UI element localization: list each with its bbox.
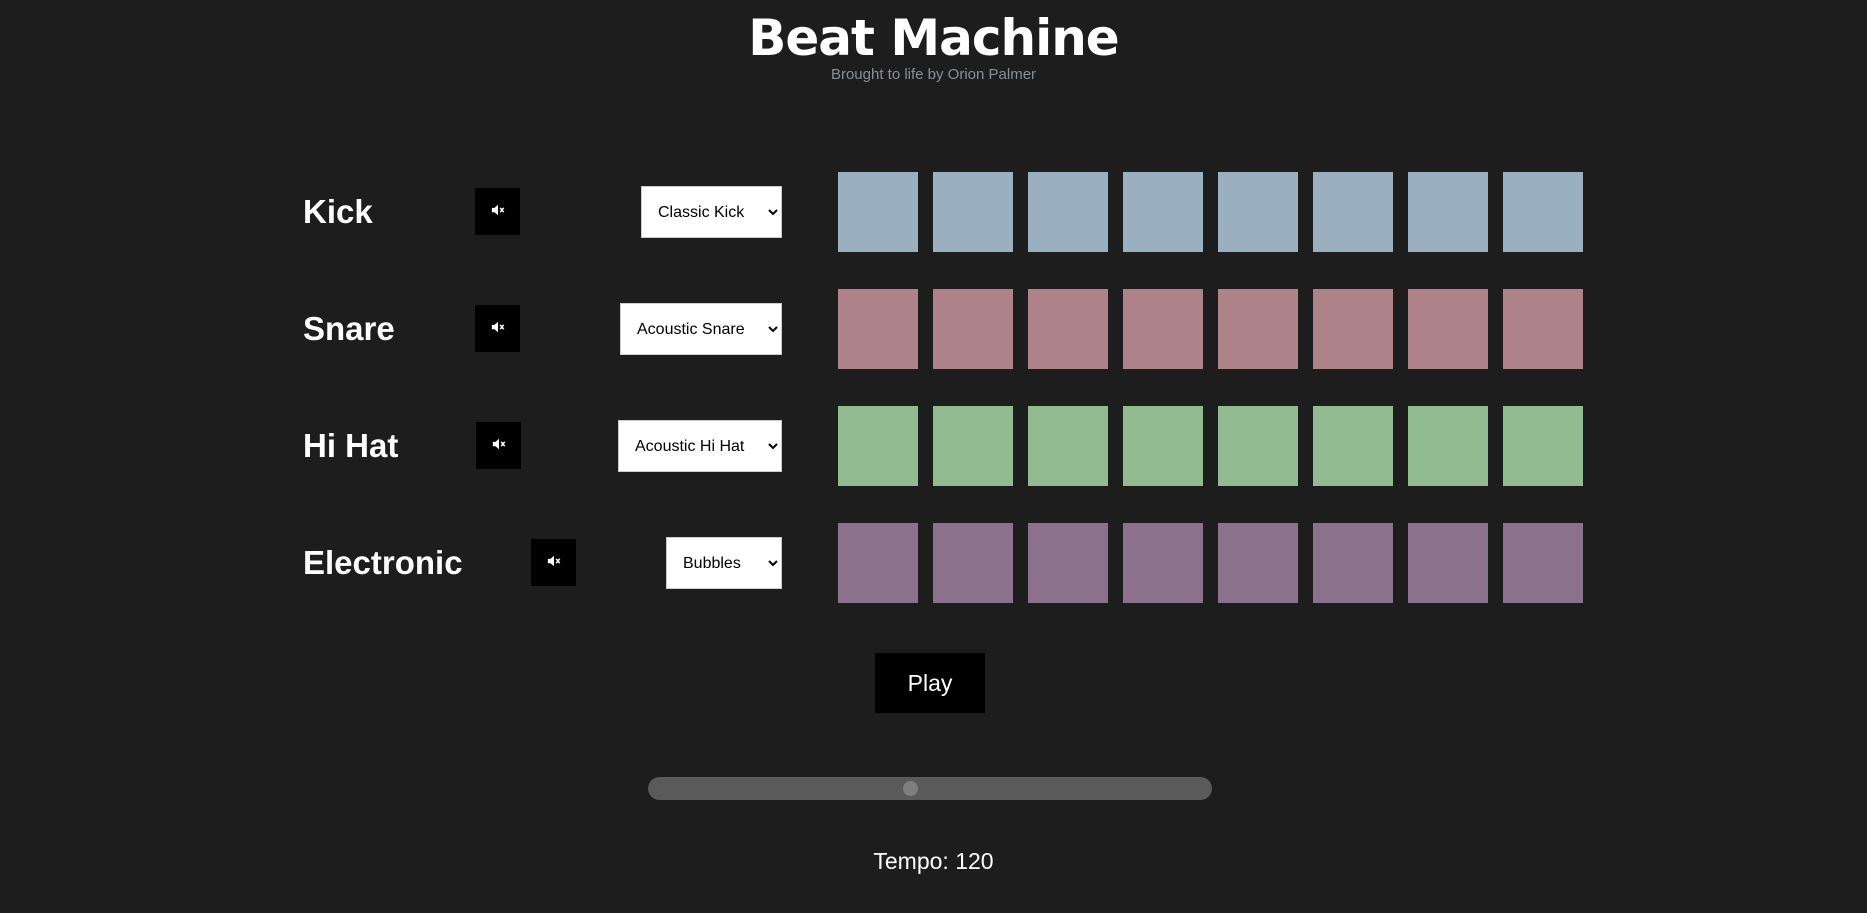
mute-button[interactable] (476, 422, 521, 469)
track-name: Snare (303, 310, 395, 347)
step-pad[interactable] (1218, 289, 1298, 369)
tempo-readout: Tempo: 120 (873, 848, 994, 874)
step-pad[interactable] (1028, 172, 1108, 252)
step-pad[interactable] (838, 172, 918, 252)
step-pad[interactable] (933, 523, 1013, 603)
tempo-slider[interactable] (648, 777, 1212, 800)
mute-icon (547, 554, 561, 571)
step-pad[interactable] (1408, 172, 1488, 252)
step-pad[interactable] (838, 289, 918, 369)
page-subtitle: Brought to life by Orion Palmer (830, 66, 1037, 83)
step-pad[interactable] (1028, 523, 1108, 603)
step-pad[interactable] (1123, 172, 1203, 252)
step-pad[interactable] (1313, 523, 1393, 603)
step-pad[interactable] (1313, 289, 1393, 369)
track-row-hi-hat: Hi Hat Acoustic Hi Hat (0, 406, 1867, 486)
track-row-electronic: Electronic Bubbles (0, 523, 1867, 603)
track-row-snare: Snare Acoustic Snare (0, 289, 1867, 369)
beat-machine-page: Beat Machine Brought to life by Orion Pa… (0, 0, 1867, 913)
step-pad[interactable] (1503, 406, 1583, 486)
step-pad[interactable] (1028, 289, 1108, 369)
step-pad[interactable] (1123, 289, 1203, 369)
mute-button[interactable] (475, 188, 520, 235)
tempo-slider-thumb[interactable] (903, 781, 919, 796)
step-pad[interactable] (838, 406, 918, 486)
sound-select[interactable]: Acoustic Snare (620, 303, 782, 355)
step-pad[interactable] (1408, 289, 1488, 369)
step-pad[interactable] (933, 406, 1013, 486)
track-name: Kick (303, 193, 373, 230)
play-button[interactable]: Play (875, 653, 985, 713)
step-pad[interactable] (1218, 523, 1298, 603)
step-pad[interactable] (838, 523, 918, 603)
mute-button[interactable] (475, 305, 520, 352)
step-pad[interactable] (1503, 523, 1583, 603)
mute-icon (491, 320, 505, 337)
page-title: Beat Machine (748, 9, 1119, 67)
step-pad[interactable] (1218, 172, 1298, 252)
mute-icon (492, 437, 506, 454)
track-row-kick: Kick Classic Kick (0, 172, 1867, 252)
mute-icon (491, 203, 505, 220)
step-pad[interactable] (1313, 406, 1393, 486)
step-pad[interactable] (1408, 406, 1488, 486)
step-pad[interactable] (1123, 523, 1203, 603)
sound-select[interactable]: Classic Kick (641, 186, 782, 238)
step-pad[interactable] (1028, 406, 1108, 486)
step-pad[interactable] (933, 172, 1013, 252)
sound-select[interactable]: Acoustic Hi Hat (618, 420, 782, 472)
step-pad[interactable] (1503, 172, 1583, 252)
mute-button[interactable] (531, 539, 576, 586)
step-pad[interactable] (1313, 172, 1393, 252)
step-pad[interactable] (1123, 406, 1203, 486)
sound-select[interactable]: Bubbles (666, 537, 782, 589)
step-pad[interactable] (933, 289, 1013, 369)
track-name: Hi Hat (303, 427, 399, 464)
track-name: Electronic (303, 544, 463, 581)
step-pad[interactable] (1218, 406, 1298, 486)
step-pad[interactable] (1503, 289, 1583, 369)
step-pad[interactable] (1408, 523, 1488, 603)
